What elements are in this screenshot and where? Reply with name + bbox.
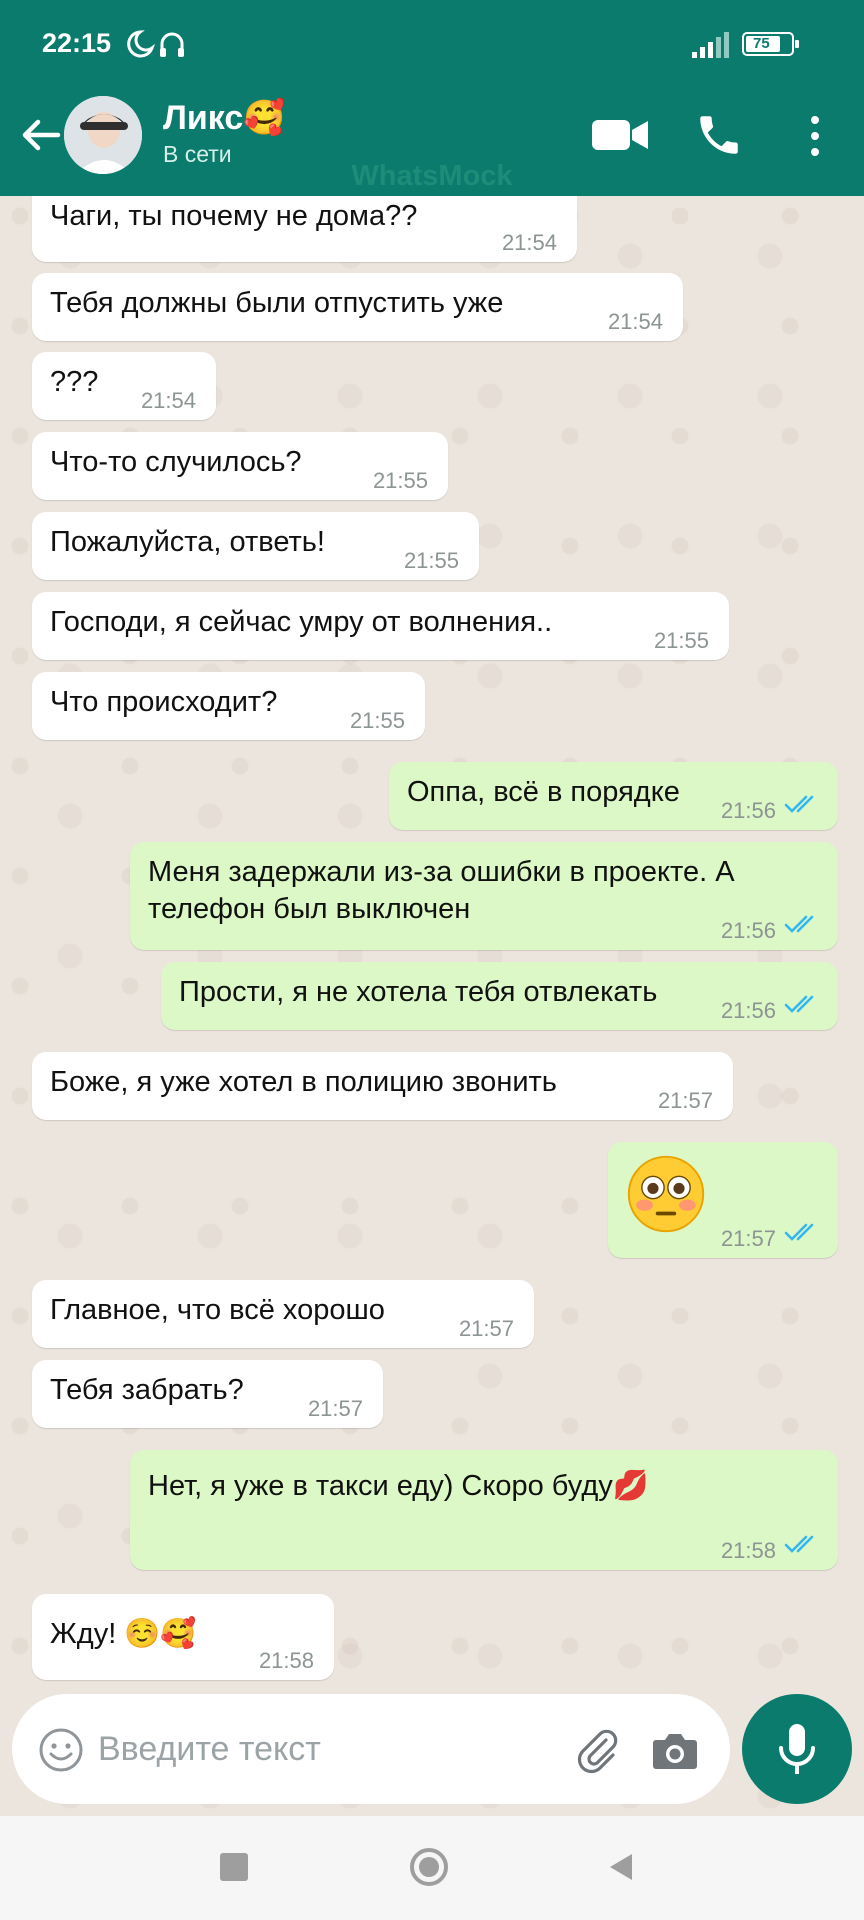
message-time: 21:56 bbox=[720, 798, 776, 823]
message-time: 21:56 bbox=[720, 918, 776, 943]
camera-icon[interactable] bbox=[650, 1726, 700, 1774]
message-time: 21:54 bbox=[140, 388, 196, 413]
message-text: Боже, я уже хотел в полицию звонить bbox=[50, 1066, 557, 1098]
message-text: Тебя забрать? bbox=[50, 1374, 244, 1406]
message-incoming[interactable]: Боже, я уже хотел в полицию звонить 21:5… bbox=[32, 1052, 733, 1120]
message-composer[interactable]: Введите текст bbox=[12, 1694, 730, 1804]
read-receipt-icon bbox=[784, 795, 814, 813]
watermark: WhatsMock bbox=[351, 160, 513, 192]
message-incoming[interactable]: Главное, что всё хорошо 21:57 bbox=[32, 1280, 534, 1348]
message-text: Главное, что всё хорошо bbox=[50, 1294, 385, 1326]
message-text: Чаги, ты почему не дома?? bbox=[50, 200, 418, 232]
message-outgoing[interactable]: Нет, я уже в такси еду) Скоро буду💋 21:5… bbox=[130, 1450, 838, 1570]
message-incoming[interactable]: ??? 21:54 bbox=[32, 352, 216, 420]
more-vert-icon[interactable] bbox=[800, 112, 830, 160]
contact-name[interactable]: Ликс🥰 bbox=[163, 98, 286, 138]
message-text: Меня задержали из-за ошибки в проекте. А… bbox=[148, 856, 735, 925]
message-incoming[interactable]: Тебя должны были отпустить уже 21:54 bbox=[32, 273, 683, 341]
mic-button[interactable] bbox=[742, 1694, 852, 1804]
message-text: Господи, я сейчас умру от волнения.. bbox=[50, 606, 553, 638]
nav-back-icon[interactable] bbox=[604, 1850, 638, 1884]
back-arrow-icon[interactable] bbox=[18, 112, 64, 158]
status-icons bbox=[127, 30, 184, 58]
battery-level: 75 bbox=[753, 35, 770, 52]
message-incoming[interactable]: Жду! ☺️🥰 21:58 bbox=[32, 1594, 334, 1680]
message-time: 21:57 bbox=[458, 1316, 514, 1341]
phone-icon[interactable] bbox=[694, 110, 744, 160]
headphones-icon bbox=[160, 32, 184, 57]
read-receipt-icon bbox=[784, 915, 814, 933]
message-outgoing[interactable]: 21:57 bbox=[608, 1142, 838, 1258]
emoji-icon[interactable] bbox=[38, 1727, 84, 1773]
message-outgoing[interactable]: Оппа, всё в порядке 21:56 bbox=[389, 762, 838, 830]
home-button[interactable] bbox=[408, 1846, 450, 1888]
message-input[interactable]: Введите текст bbox=[98, 1730, 321, 1769]
message-text: Тебя должны были отпустить уже bbox=[50, 287, 504, 319]
message-text: Прости, я не хотела тебя отвлекать bbox=[179, 976, 658, 1008]
message-text: Оппа, всё в порядке bbox=[407, 776, 680, 808]
message-text: Пожалуйста, ответь! bbox=[50, 526, 325, 558]
message-text: Жду! ☺️🥰 bbox=[50, 1618, 197, 1650]
message-incoming[interactable]: Тебя забрать? 21:57 bbox=[32, 1360, 383, 1428]
read-receipt-icon bbox=[784, 1223, 814, 1241]
status-time: 22:15 bbox=[42, 28, 112, 58]
message-time: 21:55 bbox=[349, 708, 405, 733]
message-incoming[interactable]: Господи, я сейчас умру от волнения.. 21:… bbox=[32, 592, 729, 660]
video-call-icon[interactable] bbox=[592, 116, 648, 154]
signal-icon bbox=[692, 32, 729, 58]
recents-button[interactable] bbox=[220, 1853, 248, 1881]
status-right: 75 bbox=[692, 30, 812, 60]
message-time: 21:58 bbox=[258, 1648, 314, 1673]
battery-icon: 75 bbox=[742, 32, 799, 56]
message-outgoing[interactable]: Прости, я не хотела тебя отвлекать 21:56 bbox=[161, 962, 838, 1030]
message-time: 21:57 bbox=[307, 1396, 363, 1421]
message-time: 21:58 bbox=[720, 1538, 776, 1563]
message-incoming[interactable]: Чаги, ты почему не дома?? 21:54 bbox=[32, 196, 577, 262]
message-time: 21:54 bbox=[501, 230, 557, 255]
attach-icon[interactable] bbox=[572, 1724, 622, 1774]
chat-area[interactable]: Чаги, ты почему не дома?? 21:54 Тебя дол… bbox=[0, 196, 864, 1816]
read-receipt-icon bbox=[784, 995, 814, 1013]
message-time: 21:56 bbox=[720, 998, 776, 1023]
message-text: Нет, я уже в такси еду) Скоро буду💋 bbox=[148, 1470, 649, 1502]
message-time: 21:55 bbox=[653, 628, 709, 653]
moon-icon bbox=[127, 30, 156, 58]
message-time: 21:55 bbox=[403, 548, 459, 573]
message-text: Что происходит? bbox=[50, 686, 278, 718]
message-outgoing[interactable]: Меня задержали из-за ошибки в проекте. А… bbox=[130, 842, 838, 950]
message-time: 21:57 bbox=[720, 1226, 776, 1251]
read-receipt-icon bbox=[784, 1535, 814, 1553]
message-time: 21:57 bbox=[657, 1088, 713, 1113]
message-incoming[interactable]: Что-то случилось? 21:55 bbox=[32, 432, 448, 500]
message-text: Что-то случилось? bbox=[50, 446, 302, 478]
message-time: 21:55 bbox=[372, 468, 428, 493]
message-text: ??? bbox=[50, 366, 99, 398]
message-time: 21:54 bbox=[607, 309, 663, 334]
flushed-face-icon bbox=[627, 1155, 705, 1233]
message-incoming[interactable]: Пожалуйста, ответь! 21:55 bbox=[32, 512, 479, 580]
message-incoming[interactable]: Что происходит? 21:55 bbox=[32, 672, 425, 740]
mic-icon bbox=[779, 1724, 815, 1774]
